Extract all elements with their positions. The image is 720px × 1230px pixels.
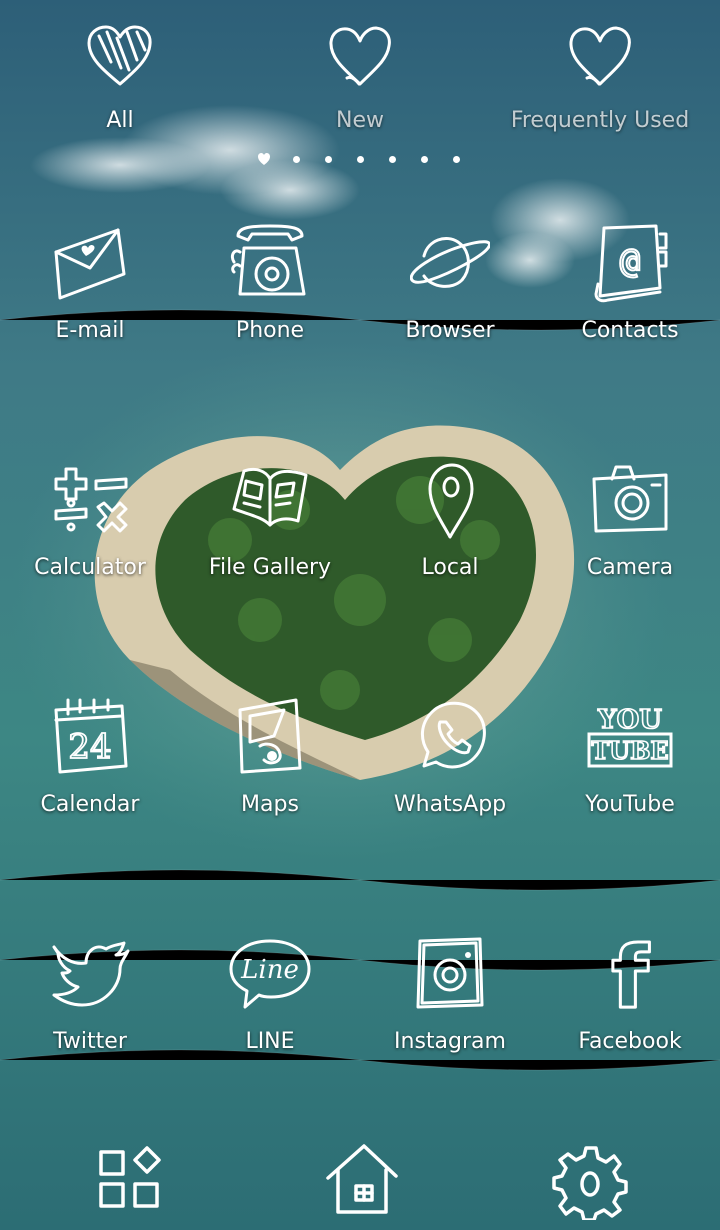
- app-label: Browser: [405, 318, 495, 343]
- app-contacts[interactable]: @ Contacts: [540, 222, 720, 372]
- app-label: YouTube: [585, 792, 675, 817]
- app-instagram[interactable]: Instagram: [360, 933, 540, 1083]
- tab-new-label: New: [336, 108, 384, 133]
- home-button[interactable]: [318, 1140, 408, 1220]
- app-drawer-button[interactable]: [85, 1140, 175, 1220]
- app-whatsapp[interactable]: WhatsApp: [360, 696, 540, 846]
- instagram-icon: [416, 937, 484, 1009]
- folded-map-icon: [238, 698, 302, 774]
- camera-icon: [592, 465, 668, 533]
- youtube-you-text: YOU: [597, 705, 662, 735]
- tab-all[interactable]: All: [0, 18, 240, 143]
- app-label: Facebook: [578, 1029, 682, 1054]
- line-bubble-icon: Line: [229, 939, 311, 1009]
- settings-button[interactable]: [546, 1140, 636, 1222]
- app-label: Contacts: [581, 318, 679, 343]
- filled-heart-icon: [87, 25, 152, 86]
- line-bubble-text: Line: [240, 955, 299, 985]
- app-maps[interactable]: Maps: [180, 696, 360, 846]
- app-label: Local: [421, 555, 479, 580]
- app-label: File Gallery: [208, 555, 332, 580]
- calculator-symbols-icon: [54, 467, 128, 533]
- app-camera[interactable]: Camera: [540, 459, 720, 609]
- app-facebook[interactable]: f Facebook: [540, 933, 720, 1083]
- app-line[interactable]: Line LINE: [180, 933, 360, 1083]
- open-book-icon: [232, 467, 308, 527]
- current-page-heart-icon: [258, 153, 270, 165]
- app-label: Maps: [241, 792, 299, 817]
- bird-icon: [52, 941, 130, 1007]
- page-dot[interactable]: [421, 156, 428, 163]
- page-dot[interactable]: [453, 156, 460, 163]
- page-dot[interactable]: [293, 156, 300, 163]
- youtube-icon: YOU TUBE: [587, 704, 673, 768]
- contacts-at-symbol: @: [620, 241, 640, 281]
- page-dot[interactable]: [357, 156, 364, 163]
- heart-outline-icon: [569, 26, 631, 86]
- app-label: E-mail: [55, 318, 125, 343]
- gear-icon: [552, 1146, 628, 1222]
- heart-outline-icon: [329, 26, 391, 86]
- address-book-icon: @: [594, 224, 668, 303]
- youtube-tube-text: TUBE: [591, 736, 668, 765]
- home-icon: [326, 1144, 398, 1214]
- tab-frequently-used[interactable]: Frequently Used: [480, 18, 720, 143]
- app-email[interactable]: E-mail: [0, 222, 180, 372]
- app-browser[interactable]: Browser: [360, 222, 540, 372]
- app-label: Twitter: [53, 1029, 127, 1054]
- facebook-icon: f: [610, 933, 652, 1017]
- map-pin-icon: [428, 463, 474, 539]
- app-label: Calendar: [40, 792, 140, 817]
- rotary-phone-icon: [230, 224, 306, 296]
- app-phone[interactable]: Phone: [180, 222, 360, 372]
- app-file-gallery[interactable]: File Gallery: [180, 459, 360, 609]
- facebook-letter: f: [611, 933, 650, 1017]
- whatsapp-icon: [421, 701, 486, 769]
- app-local[interactable]: Local: [360, 459, 540, 609]
- app-calendar[interactable]: 24 Calendar: [0, 696, 180, 846]
- app-label: Calculator: [34, 555, 146, 580]
- home-screen: All New Frequently Used E-mail Phone Bro…: [0, 0, 720, 1230]
- page-dot[interactable]: [325, 156, 332, 163]
- tab-frequently-used-label: Frequently Used: [510, 108, 690, 133]
- app-label: LINE: [245, 1029, 295, 1054]
- app-twitter[interactable]: Twitter: [0, 933, 180, 1083]
- page-indicator[interactable]: [252, 152, 468, 168]
- planet-icon: [410, 237, 490, 288]
- app-label: Phone: [235, 318, 305, 343]
- app-grid-icon: [99, 1146, 161, 1208]
- app-label: WhatsApp: [393, 792, 507, 817]
- app-label: Camera: [586, 555, 674, 580]
- page-dot[interactable]: [389, 156, 396, 163]
- tab-all-label: All: [106, 108, 134, 133]
- app-youtube[interactable]: YOU TUBE YouTube: [540, 696, 720, 846]
- envelope-icon: [54, 228, 126, 300]
- calendar-icon: 24: [54, 698, 128, 774]
- app-calculator[interactable]: Calculator: [0, 459, 180, 609]
- tab-new[interactable]: New: [240, 18, 480, 143]
- calendar-day-number: 24: [68, 727, 111, 767]
- app-label: Instagram: [394, 1029, 506, 1054]
